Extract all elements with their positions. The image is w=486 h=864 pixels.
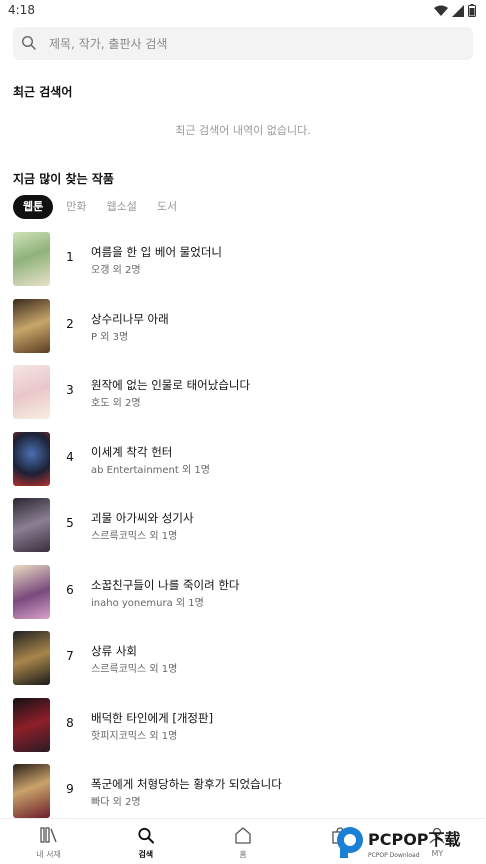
list-item[interactable]: 5 괴물 아가씨와 성기사 스르륵코믹스 외 1명 [0,498,486,565]
list-item[interactable]: 4 이세계 착각 헌터 ab Entertainment 외 1명 [0,431,486,499]
book-cover [13,764,50,818]
rank-number: 4 [66,449,74,464]
book-title: 소꿉친구들이 나를 죽이려 한다 [91,577,240,592]
battery-icon [468,4,476,17]
book-author: 오갱 외 2명 [91,265,141,276]
search-icon [21,35,36,50]
book-cover [13,298,50,353]
book-title: 폭군에게 처형당하는 황후가 되었습니다 [91,777,282,791]
nav-library[interactable]: 내 서재 [0,819,97,864]
svg-text:PCPOP Download: PCPOP Download [368,852,420,859]
list-item[interactable]: 7 상류 사회 스르륵코믹스 외 1명 [0,631,486,698]
status-bar: 4:18 [0,0,486,22]
rank-number: 5 [66,516,74,530]
popular-title: 지금 많이 찾는 작품 [13,172,114,186]
list-item[interactable]: 3 원작에 없는 인물로 태어났습니다 호도 외 2명 [0,365,486,432]
watermark-logo: PCPOP下载 PCPOP Download [337,827,461,859]
rank-number: 1 [66,250,74,264]
book-author: 스르륵코믹스 외 1명 [91,664,178,675]
search-icon [138,827,154,844]
signal-icon [452,4,464,17]
nav-search-label: 검색 [138,850,154,859]
book-author: inaho yonemura 외 1명 [91,597,204,609]
list-item[interactable]: 8 배덕한 타인에게 [개정판] 핫피지코믹스 외 1명 [0,697,486,765]
status-icons [434,4,476,17]
book-author: 핫피지코믹스 외 1명 [91,730,178,742]
book-title: 여름을 한 입 베어 물었더니 [91,245,223,259]
svg-text:PCPOP下载: PCPOP下载 [368,830,461,849]
book-title: 상류 사회 [91,644,137,658]
category-tabs: 웹툰 만화 웹소설 도서 [13,195,184,219]
nav-home[interactable]: 홈 [194,819,291,864]
rank-number: 3 [66,383,74,397]
recent-search-empty: 최근 검색어 내역이 없습니다. [175,124,311,137]
book-author: P 외 3명 [91,331,129,343]
popular-list: 1 여름을 한 입 베어 물었더니 오갱 외 2명 2 상수리나무 아래 P 외… [0,232,486,831]
book-author: ab Entertainment 외 1명 [91,464,210,476]
search-input[interactable] [49,27,459,60]
home-icon [235,827,251,844]
list-item[interactable]: 2 상수리나무 아래 P 외 3명 [0,298,486,366]
book-title: 상수리나무 아래 [91,311,169,326]
rank-number: 6 [66,582,74,597]
book-title: 이세계 착각 헌터 [91,444,173,459]
nav-home-label: 홈 [239,850,247,859]
rank-number: 2 [66,316,74,331]
search-bar[interactable] [13,27,473,60]
tab-webtoon[interactable]: 웹툰 [13,195,54,219]
tab-comic[interactable]: 만화 [59,195,93,219]
book-title: 원작에 없는 인물로 태어났습니다 [91,378,251,392]
book-author: 빠다 외 2명 [91,797,141,808]
rank-number: 9 [66,782,74,796]
list-item[interactable]: 1 여름을 한 입 베어 물었더니 오갱 외 2명 [0,232,486,299]
nav-library-label: 내 서재 [36,850,61,859]
book-title: 배덕한 타인에게 [개정판] [91,710,214,725]
book-author: 호도 외 2명 [91,398,141,409]
book-cover [13,564,50,619]
nav-search[interactable]: 검색 [97,819,194,864]
wifi-icon [434,5,448,16]
book-cover [13,498,50,552]
rank-number: 8 [66,715,74,730]
book-cover [13,232,50,286]
recent-search-title: 최근 검색어 [13,85,73,99]
tab-webnovel[interactable]: 웹소설 [100,195,144,219]
book-cover [13,631,50,685]
book-cover [13,697,50,752]
book-title: 괴물 아가씨와 성기사 [91,511,194,525]
rank-number: 7 [66,649,74,663]
book-cover [13,365,50,419]
list-item[interactable]: 6 소꿉친구들이 나를 죽이려 한다 inaho yonemura 외 1명 [0,564,486,632]
tab-book[interactable]: 도서 [150,195,184,219]
status-time: 4:18 [8,3,35,17]
book-author: 스르륵코믹스 외 1명 [91,531,178,542]
library-icon [39,827,57,843]
book-cover [13,431,50,486]
